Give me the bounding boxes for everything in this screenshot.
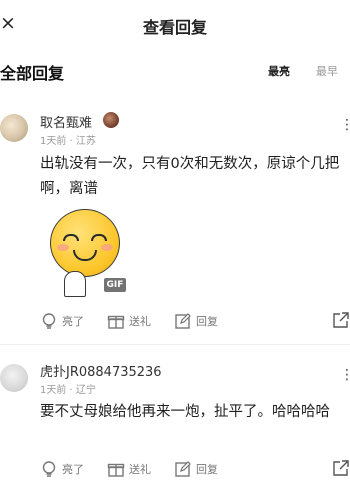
sticker-arm <box>64 271 86 297</box>
section-title: 全部回复 <box>0 64 65 83</box>
top-bar: × 查看回复 <box>0 0 350 48</box>
like-label: 亮了 <box>62 463 84 476</box>
avatar[interactable] <box>0 114 28 142</box>
username[interactable]: 虎扑JR0884735236 <box>40 361 162 380</box>
light-bulb-icon <box>42 313 56 329</box>
gift-icon <box>107 315 125 329</box>
reply-button[interactable]: 回复 <box>174 459 218 479</box>
gif-badge: GIF <box>104 278 126 292</box>
comment-actions: 亮了 送礼 回复 <box>0 311 350 331</box>
edit-icon <box>175 461 191 477</box>
page-title: 查看回复 <box>142 18 207 37</box>
share-icon[interactable] <box>332 311 350 329</box>
sort-new-tab[interactable]: 最早 <box>316 63 338 79</box>
username[interactable]: 取名甄难 <box>40 112 92 131</box>
reply-label: 回复 <box>196 463 218 476</box>
gift-button[interactable]: 送礼 <box>107 311 151 331</box>
share-icon[interactable] <box>332 459 350 477</box>
comment-text: 出轨没有一次，只有0次和无数次，原谅个几把啊，离谱 <box>40 156 340 197</box>
gift-button[interactable]: 送礼 <box>107 459 151 479</box>
comment-actions: 亮了 送礼 回复 <box>0 459 350 479</box>
user-badge-icon <box>103 112 119 128</box>
like-button[interactable]: 亮了 <box>40 311 84 331</box>
reply-label: 回复 <box>196 315 218 328</box>
gift-label: 送礼 <box>129 315 151 328</box>
edit-icon <box>175 313 191 329</box>
comment-text: 要不丈母娘给他再来一炮，扯平了。哈哈哈哈 <box>40 404 330 420</box>
gif-sticker[interactable]: GIF <box>44 205 128 297</box>
smiley-face-icon <box>50 209 120 277</box>
light-bulb-icon <box>42 461 56 477</box>
gift-icon <box>107 463 125 477</box>
comment-meta: 1天前 · 江苏 <box>40 136 96 147</box>
gift-label: 送礼 <box>129 463 151 476</box>
more-options-icon[interactable]: ⋮ <box>340 118 350 132</box>
section-bar: 全部回复 最亮 最早 <box>0 58 350 84</box>
sort-hot-tab[interactable]: 最亮 <box>268 63 290 79</box>
avatar[interactable] <box>0 364 28 392</box>
reply-button[interactable]: 回复 <box>174 311 218 331</box>
comment-meta: 1天前 · 辽宁 <box>40 385 96 396</box>
divider <box>0 344 350 345</box>
like-label: 亮了 <box>62 315 84 328</box>
like-button[interactable]: 亮了 <box>40 459 84 479</box>
more-options-icon[interactable]: ⋮ <box>340 368 350 382</box>
